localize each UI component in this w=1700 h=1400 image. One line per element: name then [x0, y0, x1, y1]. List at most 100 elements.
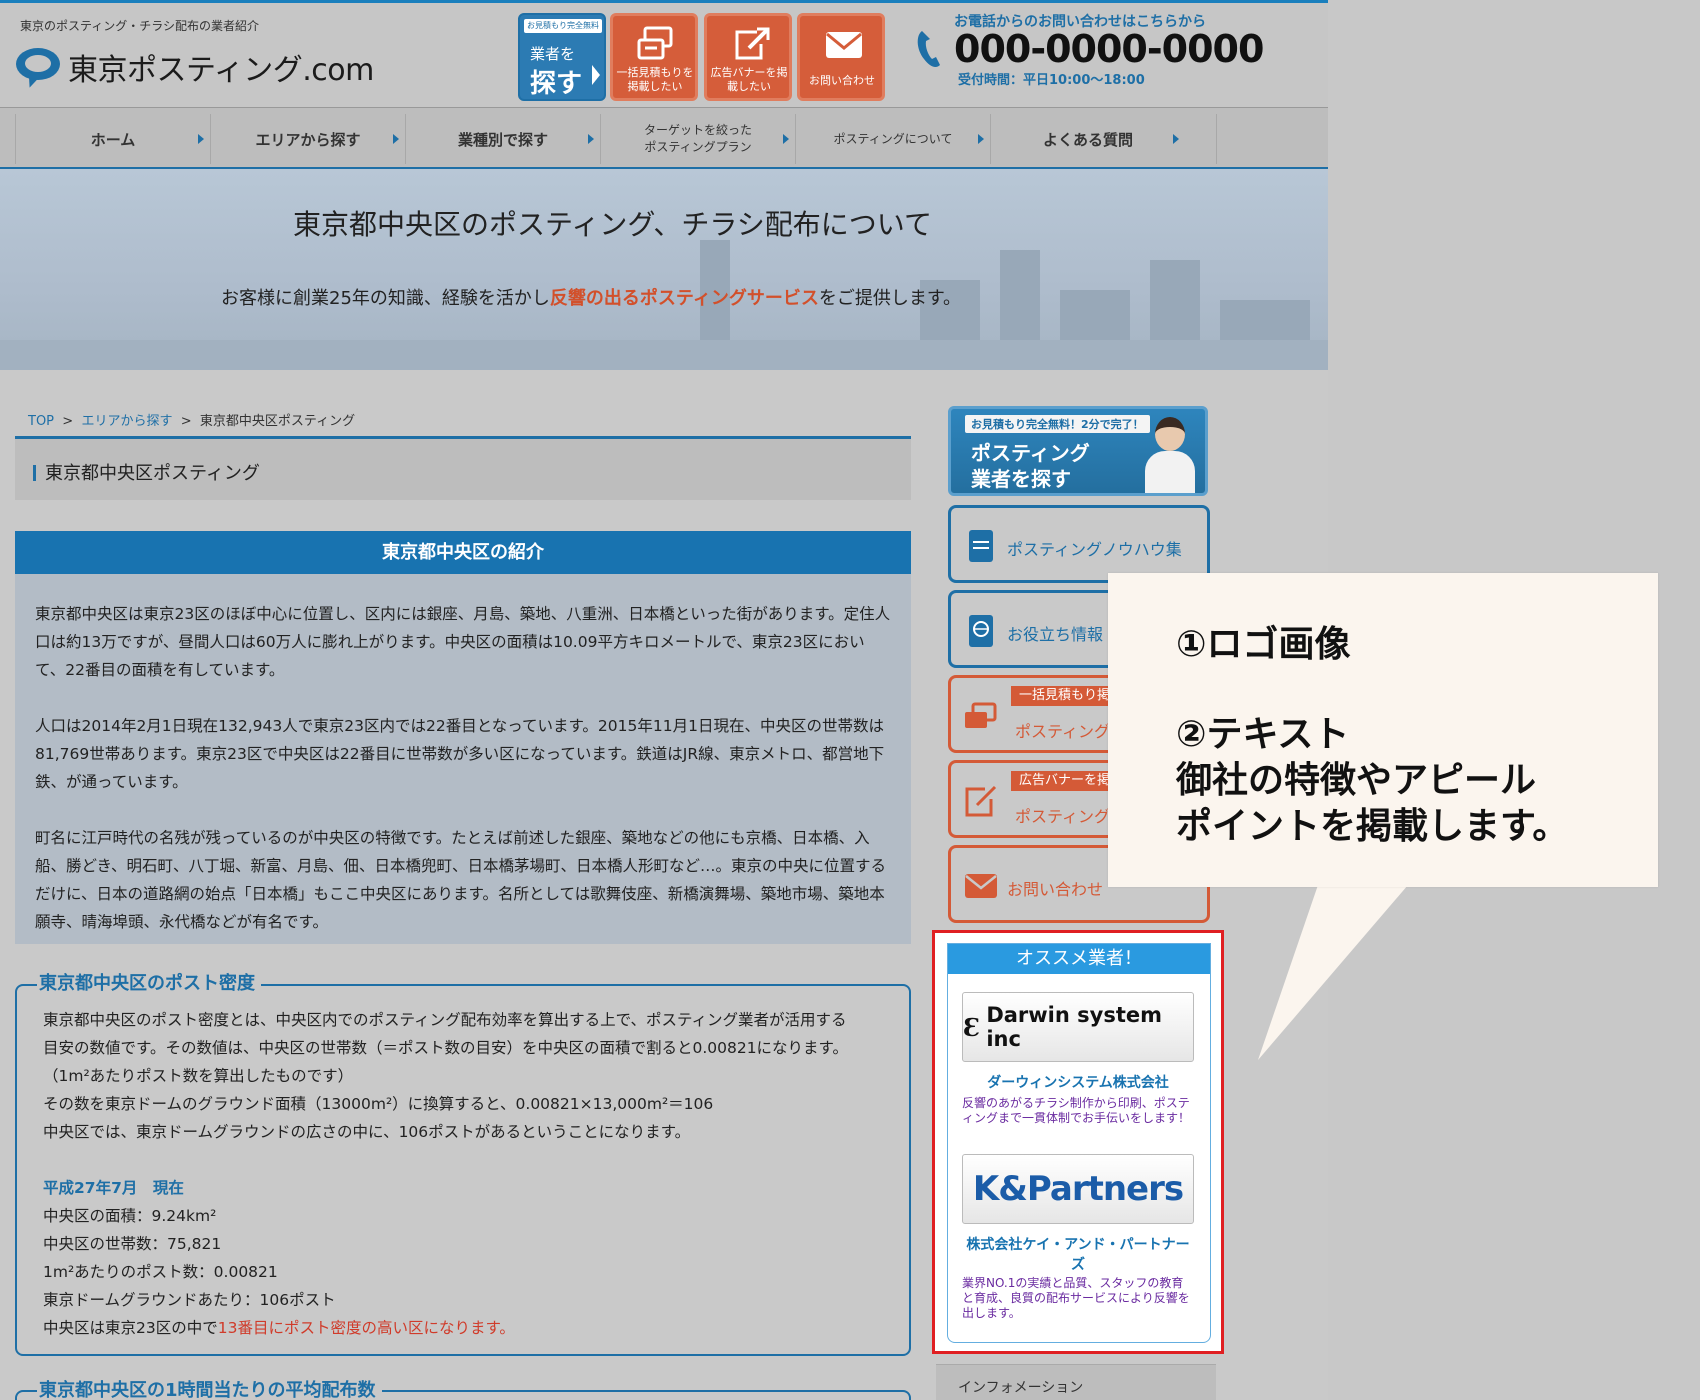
chevron-right-icon [978, 134, 984, 144]
breadcrumb-area[interactable]: エリアから探す [81, 414, 172, 429]
recommended-vendors-box: オススメ業者！ Ɛ Darwin system inc ダーウィンシステム株式会社… [932, 930, 1224, 1354]
callout-pointer [1258, 885, 1408, 1060]
post-density-section: 東京都中央区のポスト密度 東京都中央区のポスト密度とは、中央区内でのポスティング… [15, 970, 911, 1356]
nav-item-faq[interactable]: よくある質問 [990, 114, 1185, 164]
intro-paragraph: 東京都中央区は東京23区のほぼ中心に位置し、区内には銀座、月島、築地、八重洲、日… [35, 605, 891, 679]
breadcrumb-current: 東京都中央区ポスティング [199, 414, 356, 429]
find-vendor-line1: 業者を [530, 45, 576, 63]
density-conclusion-text: 中央区は東京23区の中で [43, 1319, 218, 1337]
intro-paragraph: 町名に江戸時代の名残が残っているのが中央区の特徴です。たとえば前述した銀座、築地… [35, 829, 886, 931]
breadcrumb-top[interactable]: TOP [28, 414, 54, 429]
callout-line: ①ロゴ画像 [1176, 624, 1351, 665]
nav-item-target-plan[interactable]: ターゲットを絞った ポスティングプラン [600, 114, 795, 164]
callout-line: ポイントを掲載します。 [1176, 806, 1569, 847]
density-line: 中央区では、東京ドームグラウンドの広さの中に、106ポストがあるということになり… [43, 1123, 691, 1141]
density-stat: 中央区の面積：9.24km² [43, 1207, 217, 1225]
sidebar-card-label: ポスティング [1015, 722, 1111, 741]
hero-title: 東京都中央区のポスティング、チラシ配布について [293, 208, 932, 241]
free-quote-badge: お見積もり完全無料 [524, 19, 602, 33]
quote-forms-icon [965, 702, 997, 728]
ad-banner-listing-button[interactable]: 広告バナーを掲載したい [704, 13, 792, 101]
nav-item-industry[interactable]: 業種別で探す [405, 114, 600, 164]
density-conclusion: 中央区は東京23区の中で13番目にポスト密度の高い区になります。 [43, 1314, 883, 1342]
hero-sub-after: をご提供します。 [818, 288, 962, 309]
vendor-name-link[interactable]: 株式会社ケイ・アンド・パートナーズ [962, 1234, 1194, 1274]
edit-external-icon [965, 785, 997, 817]
breadcrumb: TOP > エリアから探す > 東京都中央区ポスティング [28, 410, 355, 429]
density-line: その数を東京ドームのグラウンド面積（13000m²）に換算すると、0.00821… [43, 1095, 714, 1113]
nav-divider [1216, 114, 1217, 164]
speech-bubble-icon [14, 46, 62, 90]
section-heading: 東京都中央区の1時間当たりの平均配布数 [37, 1376, 382, 1400]
nav-item-home[interactable]: ホーム [15, 114, 210, 164]
nav-item-label: ポスティングについて [833, 131, 953, 146]
phone-number[interactable]: 000-0000-0000 [954, 27, 1264, 71]
density-date: 平成27年7月 現在 [43, 1179, 184, 1197]
ad-banner-listing-label: 広告バナーを掲載したい [710, 66, 788, 93]
sidebar-card-knowhow[interactable]: ポスティングノウハウ集 [948, 505, 1210, 583]
book-icon [969, 530, 993, 562]
section-heading: 東京都中央区のポスト密度 [37, 970, 261, 998]
chevron-right-icon [393, 134, 399, 144]
vendor-name-link[interactable]: ダーウィンシステム株式会社 [962, 1072, 1194, 1092]
intro-heading: 東京都中央区の紹介 [15, 531, 911, 574]
breadcrumb-separator: > [180, 414, 192, 429]
sidebar-card-label: ポスティングノウハウ集 [1007, 540, 1182, 559]
darwin-swirl-icon: Ɛ [963, 1012, 981, 1042]
density-line: 目安の数値です。その数値は、中央区の世帯数（＝ポスト数の目安）を中央区の面積で割… [43, 1039, 848, 1057]
chevron-right-icon [592, 65, 600, 85]
site-header: 東京のポスティング・チラシ配布の業者紹介 東京ポスティング.com お見積もり完… [0, 0, 1328, 107]
nav-item-area[interactable]: エリアから探す [210, 114, 405, 164]
chevron-right-icon [1173, 134, 1179, 144]
intro-body: 東京都中央区は東京23区のほぼ中心に位置し、区内には銀座、月島、築地、八重洲、日… [15, 574, 911, 944]
nav-item-label: ホーム [90, 130, 136, 149]
callout-line: 御社の特徴やアピール [1176, 760, 1537, 801]
chevron-right-icon [783, 134, 789, 144]
sidebar-banner-line2: 業者を探す [971, 467, 1071, 491]
title-accent-bar [33, 465, 36, 481]
sidebar-banner-line1: ポスティング [971, 441, 1090, 465]
sidebar-banner-badge: お見積もり完全無料！2分で完了！ [965, 415, 1150, 433]
global-nav: ホーム エリアから探す 業種別で探す ターゲットを絞った ポスティングプラン ポ… [0, 107, 1328, 169]
vendor-description: 反響のあがるチラシ制作から印刷、ポスティングまで一貫体制でお手伝いをします！ [962, 1096, 1191, 1125]
find-vendor-line2: 探す [530, 69, 583, 99]
vendor-logo-kpartners[interactable]: K&Partners [962, 1154, 1194, 1224]
nav-item-label: エリアから探す [255, 130, 361, 149]
density-line: 東京都中央区のポスト密度とは、中央区内でのポスティング配布効率を算出する上で、ポ… [43, 1011, 847, 1029]
chevron-right-icon [198, 134, 204, 144]
mail-icon [965, 874, 997, 898]
contact-label: お問い合わせ [809, 74, 875, 87]
nav-item-about-posting[interactable]: ポスティングについて [795, 114, 990, 164]
hero-sub-before: お客様に創業25年の知識、経験を活かし [221, 288, 550, 309]
intro-paragraph: 人口は2014年2月1日現在132,943人で東京23区内では22番目となってい… [35, 717, 885, 791]
density-stat: 1m²あたりのポスト数：0.00821 [43, 1263, 278, 1281]
hourly-distribution-section: 東京都中央区の1時間当たりの平均配布数 [15, 1376, 911, 1400]
density-stat: 東京ドームグラウンドあたり：106ポスト [43, 1291, 336, 1309]
vendor-logo-text: Darwin system inc [986, 1003, 1162, 1051]
site-tagline: 東京のポスティング・チラシ配布の業者紹介 [20, 19, 260, 33]
information-tab[interactable]: インフォメーション [936, 1364, 1216, 1400]
vendor-logo-darwin[interactable]: Ɛ Darwin system inc [962, 992, 1194, 1062]
mail-icon [826, 32, 862, 58]
density-stat: 中央区の世帯数：75,821 [43, 1235, 222, 1253]
sidebar-find-vendor-banner[interactable]: お見積もり完全無料！2分で完了！ ポスティング 業者を探す [948, 406, 1208, 496]
callout-line: ②テキスト [1176, 714, 1350, 755]
density-conclusion-highlight: 13番目にポスト密度の高い区になります。 [217, 1319, 515, 1337]
page-title-box: 東京都中央区ポスティング [15, 436, 911, 500]
hero-sub-highlight: 反響の出るポスティングサービス [549, 288, 819, 309]
quote-forms-icon [637, 26, 673, 60]
density-line: （1m²あたりポスト数を算出したものです） [43, 1067, 354, 1085]
phone-icon [917, 31, 940, 67]
recommended-vendors-panel: オススメ業者！ Ɛ Darwin system inc ダーウィンシステム株式会社… [947, 943, 1211, 1343]
sidebar-card-label: お問い合わせ [1007, 880, 1104, 899]
vendor-description: 業界NO.1の実績と品質、スタッフの教育と育成、良質の配布サービスにより反響を出… [962, 1276, 1190, 1320]
page-title: 東京都中央区ポスティング [45, 463, 260, 484]
find-vendor-button[interactable]: お見積もり完全無料 業者を 探す [518, 13, 606, 101]
hero-skyline [0, 340, 1328, 370]
bulk-quote-listing-button[interactable]: 一括見積もりを掲載したい [610, 13, 698, 101]
edit-external-icon [735, 27, 770, 60]
breadcrumb-separator: > [62, 414, 74, 429]
site-logo[interactable]: 東京ポスティング.com [14, 45, 374, 90]
contact-button[interactable]: お問い合わせ [797, 13, 885, 101]
annotation-callout: ①ロゴ画像 ②テキスト 御社の特徴やアピール ポイントを掲載します。 [1108, 573, 1658, 887]
